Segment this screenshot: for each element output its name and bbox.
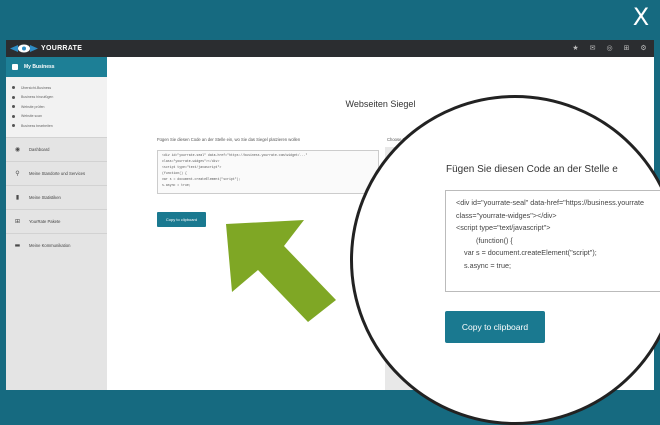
- brand-logo[interactable]: YOURRATE: [10, 43, 82, 54]
- top-navigation-bar: YOURRATE ★ ✉ ◎ ⊞ ⚙: [6, 40, 654, 57]
- embed-code-textarea[interactable]: <div id="yourrate-seal" data-href="https…: [157, 150, 379, 194]
- sidebar-item-label: Meine Kommunikation: [29, 242, 71, 248]
- bullet-icon: [12, 86, 15, 90]
- submenu-item[interactable]: Übersicht-Business: [12, 83, 107, 93]
- sidebar-item-label: Meine Standorte und Services: [29, 170, 86, 176]
- bullet-icon: [12, 95, 15, 99]
- code-line: class="yourrate-widges"></div>: [456, 210, 557, 220]
- sidebar-item-communication[interactable]: ▬ Meine Kommunikation: [6, 232, 107, 257]
- green-arrow-icon: [226, 220, 336, 322]
- code-line: (function() {: [476, 235, 513, 245]
- sidebar-header-label: My Business: [24, 64, 55, 70]
- submenu-item[interactable]: Website prüfen: [12, 102, 107, 112]
- submenu-item[interactable]: Business hinzufügen: [12, 93, 107, 103]
- globe-icon[interactable]: ◎: [605, 43, 614, 54]
- code-line: var s = document.createElement("script")…: [162, 177, 241, 181]
- code-instruction: Fügen Sie diesen Code an der Stelle ein,…: [157, 137, 301, 142]
- sidebar-item-dashboard[interactable]: ◉ Dashboard: [6, 136, 107, 161]
- code-line: (function() {: [162, 171, 187, 175]
- top-icon-group: ★ ✉ ◎ ⊞ ⚙: [571, 43, 648, 54]
- sidebar-item-locations[interactable]: ⚲ Meine Standorte und Services: [6, 160, 107, 185]
- location-pin-icon: ⚲: [15, 169, 20, 177]
- bullet-icon: [12, 114, 15, 118]
- close-overlay-button[interactable]: X: [628, 4, 654, 30]
- star-icon[interactable]: ★: [571, 43, 580, 54]
- dashboard-icon: ◉: [14, 145, 21, 153]
- sidebar: My Business Übersicht-Business Business …: [6, 57, 107, 390]
- submenu-item[interactable]: Business bearbeiten: [12, 121, 107, 131]
- code-line: <div id="yourrate-seal" data-href="https…: [162, 153, 308, 157]
- sidebar-submenu: Übersicht-Business Business hinzufügen W…: [6, 77, 107, 137]
- magnified-instruction: Fügen Sie diesen Code an der Stelle e: [446, 164, 618, 175]
- submenu-label: Website prüfen: [21, 104, 45, 109]
- submenu-item[interactable]: Website scan: [12, 112, 107, 122]
- gear-icon[interactable]: ⚙: [639, 43, 648, 54]
- sidebar-item-statistics[interactable]: ▮ Meine Statistiken: [6, 184, 107, 209]
- code-line: <script type="text/javascript">: [162, 165, 222, 169]
- code-line: <div id="yourrate-seal" data-href="https…: [456, 198, 645, 207]
- cart-icon: ⊞: [14, 217, 21, 225]
- bar-chart-icon: ▮: [15, 193, 20, 201]
- magnified-code-box: <div id="yourrate-seal" data-href="https…: [445, 190, 660, 292]
- submenu-label: Business bearbeiten: [21, 123, 53, 128]
- submenu-label: Übersicht-Business: [21, 85, 52, 90]
- submenu-label: Business hinzufügen: [21, 95, 54, 100]
- code-line: s.async = true;: [464, 260, 511, 270]
- briefcase-icon: [12, 64, 18, 70]
- magnified-copy-button[interactable]: Copy to clipboard: [445, 311, 545, 343]
- submenu-label: Website scan: [21, 114, 42, 119]
- chat-icon[interactable]: ✉: [588, 43, 597, 54]
- code-line: class="yourrate-widges"></div>: [162, 159, 220, 163]
- sidebar-item-label: Dashboard: [29, 146, 50, 152]
- copy-to-clipboard-button[interactable]: Copy to clipboard: [157, 212, 206, 227]
- code-line: <script type="text/javascript">: [456, 223, 551, 232]
- code-line: s.async = true;: [162, 183, 191, 187]
- brand-name: YOURRATE: [41, 45, 83, 52]
- sidebar-item-label: Meine Statistiken: [29, 194, 61, 200]
- logo-mark-icon: [10, 44, 38, 53]
- sidebar-item-label: YourRate Pakete: [29, 218, 61, 224]
- bullet-icon: [12, 124, 15, 128]
- magnifier-callout: Fügen Sie diesen Code an der Stelle e <d…: [350, 95, 660, 425]
- message-icon: ▬: [14, 241, 21, 249]
- cart-icon[interactable]: ⊞: [622, 43, 631, 54]
- sidebar-item-packages[interactable]: ⊞ YourRate Pakete: [6, 208, 107, 233]
- sidebar-header-my-business[interactable]: My Business: [6, 57, 107, 77]
- bullet-icon: [12, 105, 15, 109]
- code-line: var s = document.createElement("script")…: [464, 248, 597, 257]
